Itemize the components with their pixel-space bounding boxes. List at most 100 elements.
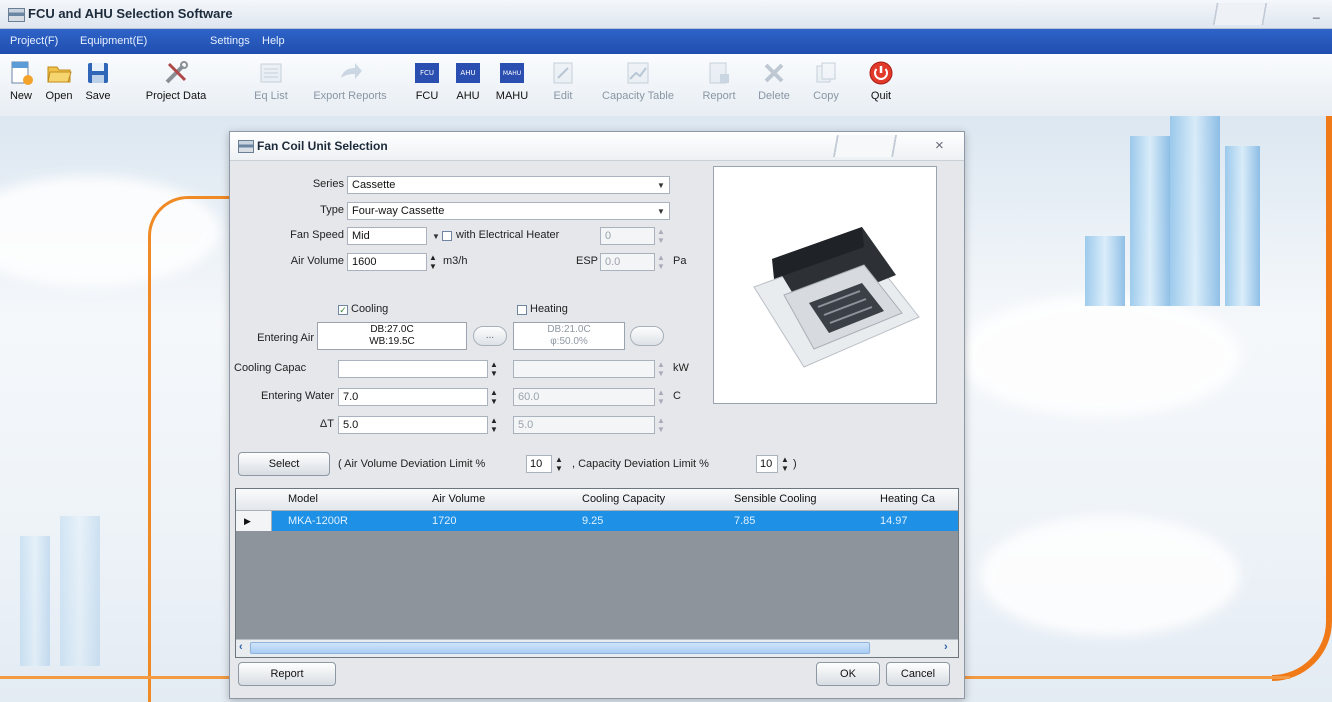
column-header-heating-capacity[interactable]: Heating Ca (880, 493, 935, 505)
cassette-unit-image (753, 227, 920, 368)
capacity-table-icon (625, 60, 651, 86)
cooling-entering-air-button[interactable]: ... (473, 326, 507, 346)
spinner-icon[interactable]: ▲ ▼ (428, 253, 438, 271)
menu-bar: Project(F) Equipment(E) Settings Help (0, 29, 1332, 54)
export-reports-icon (337, 60, 363, 86)
spinner-icon[interactable]: ▲ ▼ (656, 227, 666, 245)
heating-checkbox[interactable] (517, 305, 527, 315)
column-header-cooling-capacity[interactable]: Cooling Capacity (582, 493, 665, 505)
cell-air-volume: 1720 (432, 515, 457, 527)
cancel-button[interactable]: Cancel (886, 662, 950, 686)
menu-equipment[interactable]: Equipment(E) (80, 35, 147, 47)
entering-water-label: Entering Water (261, 390, 334, 402)
mahu-button[interactable]: MAHU MAHU (490, 58, 534, 114)
column-header-model[interactable]: Model (288, 493, 318, 505)
select-button[interactable]: Select (238, 452, 330, 476)
scrollbar-thumb[interactable] (250, 642, 870, 654)
entering-water-heating-input[interactable]: 60.0 (513, 388, 655, 406)
capacity-deviation-input[interactable]: 10 (756, 455, 778, 473)
report-icon (706, 60, 732, 86)
ahu-icon: AHU (455, 60, 481, 86)
row-selector[interactable]: ▶ (236, 511, 272, 531)
entering-air-label: Entering Air (257, 332, 314, 344)
report-button[interactable]: Report (238, 662, 336, 686)
electrical-heater-input[interactable]: 0 (600, 227, 655, 245)
spinner-icon[interactable]: ▲ ▼ (656, 388, 666, 406)
esp-input[interactable]: 0.0 (600, 253, 655, 271)
report-button[interactable]: Report (696, 58, 742, 114)
close-icon[interactable]: × (935, 137, 944, 154)
spinner-icon[interactable]: ▲ ▼ (656, 416, 666, 434)
entering-water-cooling-input[interactable]: 7.0 (338, 388, 488, 406)
capacity-deviation-label: , Capacity Deviation Limit % (572, 458, 709, 470)
export-reports-button[interactable]: Export Reports (300, 58, 400, 114)
scroll-left-icon[interactable]: ‹ (239, 641, 243, 653)
cooling-entering-air-display[interactable]: DB:27.0C WB:19.5C (317, 322, 467, 350)
new-button[interactable]: New (4, 58, 38, 114)
building-decoration (1085, 236, 1125, 306)
save-button[interactable]: Save (80, 58, 116, 114)
column-header-air-volume[interactable]: Air Volume (432, 493, 485, 505)
air-volume-input[interactable]: 1600 (347, 253, 427, 271)
horizontal-scrollbar[interactable]: ‹ › (236, 639, 958, 657)
capacity-deviation-suffix: ) (793, 458, 797, 470)
water-temp-unit: C (673, 390, 681, 402)
project-data-button[interactable]: Project Data (118, 58, 234, 114)
heating-entering-air-button[interactable] (630, 326, 664, 346)
cell-cooling-capacity: 9.25 (582, 515, 604, 527)
scroll-right-icon[interactable]: › (944, 641, 948, 653)
heating-entering-air-display[interactable]: DB:21.0C φ:50.0% (513, 322, 625, 350)
series-select[interactable]: Cassette (347, 176, 670, 194)
title-decoration (1200, 3, 1280, 25)
eq-list-icon (258, 60, 284, 86)
ahu-button[interactable]: AHU AHU (450, 58, 486, 114)
copy-button[interactable]: Copy (806, 58, 846, 114)
spinner-icon[interactable]: ▲ ▼ (554, 455, 564, 473)
menu-help[interactable]: Help (262, 35, 285, 47)
delete-button[interactable]: Delete (754, 58, 794, 114)
electrical-heater-checkbox[interactable] (442, 231, 452, 241)
delta-t-cooling-input[interactable]: 5.0 (338, 416, 488, 434)
open-button[interactable]: Open (40, 58, 78, 114)
type-select[interactable]: Four-way Cassette (347, 202, 670, 220)
spinner-icon[interactable]: ▲ ▼ (489, 388, 499, 406)
delta-t-heating-input[interactable]: 5.0 (513, 416, 655, 434)
fan-speed-select[interactable]: Mid (347, 227, 427, 245)
ok-button[interactable]: OK (816, 662, 880, 686)
dialog-title: Fan Coil Unit Selection (257, 139, 388, 153)
building-decoration (60, 516, 100, 666)
cell-model: MKA-1200R (288, 515, 348, 527)
quit-button[interactable]: Quit (864, 58, 898, 114)
dialog-title-bar: Fan Coil Unit Selection × (230, 132, 964, 161)
cell-heating-capacity: 14.97 (880, 515, 908, 527)
spinner-icon[interactable]: ▲ ▼ (780, 455, 790, 473)
heating-capacity-input[interactable] (513, 360, 655, 378)
fcu-button[interactable]: FCU FCU (410, 58, 444, 114)
capacity-table-button[interactable]: Capacity Table (588, 58, 688, 114)
air-volume-deviation-label: ( Air Volume Deviation Limit % (338, 458, 486, 470)
open-icon (46, 60, 72, 86)
cooling-checkbox[interactable]: ✓ (338, 305, 348, 315)
chevron-down-icon: ▼ (657, 181, 665, 190)
eq-list-button[interactable]: Eq List (246, 58, 296, 114)
spinner-icon[interactable]: ▲ ▼ (656, 360, 666, 378)
spinner-icon[interactable]: ▲ ▼ (489, 416, 499, 434)
spinner-icon[interactable]: ▲ ▼ (489, 360, 499, 378)
delta-t-label: ΔT (319, 418, 334, 430)
esp-unit: Pa (673, 255, 687, 267)
menu-project[interactable]: Project(F) (10, 35, 58, 47)
column-header-sensible-cooling[interactable]: Sensible Cooling (734, 493, 817, 505)
svg-text:AHU: AHU (460, 69, 475, 77)
edit-button[interactable]: Edit (546, 58, 580, 114)
title-bar: FCU and AHU Selection Software _ (0, 0, 1332, 29)
table-header: Model Air Volume Cooling Capacity Sensib… (236, 489, 958, 511)
air-volume-deviation-input[interactable]: 10 (526, 455, 552, 473)
mahu-icon: MAHU (499, 60, 525, 86)
unit-image-panel (713, 166, 937, 404)
minimize-button[interactable]: _ (1313, 5, 1320, 19)
quit-icon (868, 60, 894, 86)
spinner-icon[interactable]: ▲ ▼ (656, 253, 666, 271)
menu-settings[interactable]: Settings (210, 35, 250, 47)
svg-text:MAHU: MAHU (503, 70, 521, 77)
cooling-capacity-input[interactable] (338, 360, 488, 378)
